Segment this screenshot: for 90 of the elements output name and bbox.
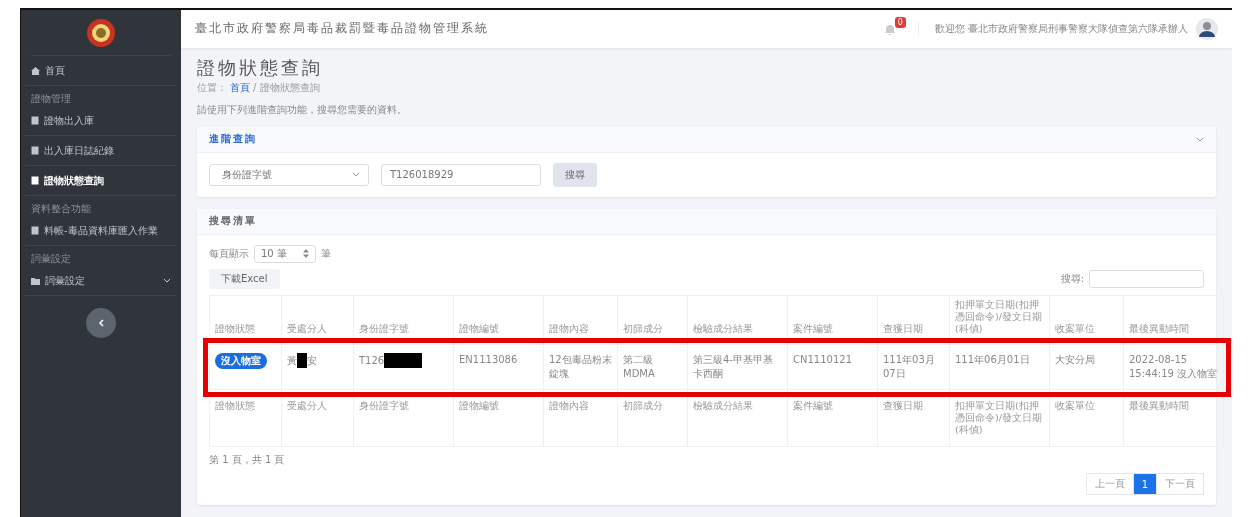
table-cell: 大安分局: [1049, 344, 1124, 390]
column-header: 證物編號: [453, 295, 544, 345]
sidebar-item-label: 料帳-毒品資料庫匯入作業: [44, 223, 158, 238]
sidebar-section-label: 證物管理: [30, 92, 72, 106]
export-excel-button[interactable]: 下載Excel: [209, 268, 280, 289]
page-info: 第 1 頁，共 1 頁: [209, 453, 286, 467]
table-cell: 第二級 MDMA: [617, 344, 688, 390]
column-footer: 收案單位: [1049, 389, 1124, 447]
notification-bell[interactable]: 0: [883, 20, 904, 37]
column-footer: 檢驗成分結果: [687, 389, 788, 447]
column-footer: 受處分人: [281, 389, 354, 447]
sidebar-item[interactable]: 出入庫日誌紀錄: [25, 136, 177, 166]
document-icon: [31, 176, 39, 185]
table-search-label: 搜尋:: [1060, 271, 1084, 286]
column-footer: 扣押單文日期(扣押憑回命令)/發文日期(科偵): [949, 389, 1050, 447]
column-header: 案件編號: [787, 295, 878, 345]
sidebar-item-label: 出入庫日誌紀錄: [44, 143, 114, 158]
column-header: 扣押單文日期(扣押憑回命令)/發文日期(科偵): [949, 295, 1050, 345]
table-cell: 111年06月01日: [949, 344, 1050, 390]
sidebar-item[interactable]: 證物狀態查詢: [25, 166, 177, 196]
app-title: 臺北市政府警察局毒品裁罰暨毒品證物管理系統: [195, 20, 490, 38]
column-footer: 初篩成分: [617, 389, 688, 447]
up-down-arrows-icon: [303, 249, 309, 259]
search-button[interactable]: 搜尋: [553, 162, 597, 187]
breadcrumb-current: / 證物狀態查詢: [253, 80, 320, 95]
document-icon: [31, 116, 39, 125]
column-header: 查獲日期: [877, 295, 950, 345]
page-size-select[interactable]: 10 筆: [254, 244, 316, 263]
column-footer: 身份證字號: [353, 389, 454, 447]
notification-count: 0: [894, 16, 906, 28]
emblem-logo: [86, 17, 116, 48]
chevron-left-icon: [98, 319, 104, 327]
user-greeting: 歡迎您 臺北市政府警察局刑事警察大隊偵查第六隊承辦人: [917, 21, 1188, 36]
document-icon: [31, 226, 39, 235]
sidebar-item[interactable]: 料帳-毒品資料庫匯入作業: [25, 216, 177, 246]
column-header: 最後異動時間: [1123, 295, 1224, 345]
collapse-sidebar-button[interactable]: [86, 308, 116, 338]
column-header: 收案單位: [1049, 295, 1124, 345]
column-header: 初篩成分: [617, 295, 688, 345]
table-cell: 2022-08-15 15:44:19 沒入物室: [1123, 344, 1224, 390]
cell-text: 安: [307, 354, 317, 366]
chevron-down-icon: [352, 172, 360, 178]
table-cell: 111年03月07日: [877, 344, 950, 390]
column-header: 檢驗成分結果: [687, 295, 788, 345]
sidebar-item[interactable]: 首頁: [25, 56, 177, 86]
avatar-icon[interactable]: [1196, 17, 1218, 40]
card-title: 搜尋清單: [209, 214, 257, 229]
chevron-down-icon: [163, 278, 171, 283]
table-cell: CN1110121: [787, 344, 878, 390]
table-search-input[interactable]: [1089, 269, 1204, 288]
column-header: 證物狀態: [209, 295, 282, 345]
page-size-unit: 筆: [321, 246, 331, 261]
folder-icon: [31, 276, 40, 285]
column-header: 證物內容: [543, 295, 618, 345]
card-title: 進階查詢: [209, 132, 257, 147]
breadcrumb-label: 位置：: [197, 80, 227, 95]
column-footer: 最後異動時間: [1123, 389, 1224, 447]
sidebar-section-label: 資料整合功能: [30, 202, 92, 216]
table-cell: 12包毒品粉末錠塊: [543, 344, 618, 390]
column-footer: 證物編號: [453, 389, 544, 447]
sidebar-item-label: 詞彙設定: [45, 273, 86, 288]
sidebar-item[interactable]: 詞彙設定: [25, 266, 177, 296]
table-cell: 第三級4-甲基甲基卡西酮: [687, 344, 788, 390]
column-footer: 證物狀態: [209, 389, 282, 447]
document-icon: [31, 146, 39, 155]
sidebar-item[interactable]: 證物出入庫: [25, 106, 177, 136]
bell-icon: [883, 22, 896, 36]
column-footer: 查獲日期: [877, 389, 950, 447]
column-header: 身份證字號: [353, 295, 454, 345]
page-title: 證物狀態查詢: [197, 55, 324, 80]
page-description: 請使用下列進階查詢功能，搜尋您需要的資料。: [197, 102, 408, 117]
column-footer: 案件編號: [787, 389, 878, 447]
cell-text: 黃: [287, 354, 297, 366]
breadcrumb-link[interactable]: 首頁: [230, 80, 250, 95]
cell-text: T126: [359, 354, 385, 366]
redaction-block: [297, 353, 307, 369]
field-select[interactable]: 身份證字號: [209, 163, 369, 186]
sidebar-section-label: 詞彙設定: [30, 252, 72, 266]
page-size-label: 每頁顯示: [209, 246, 249, 261]
sidebar-item-label: 證物出入庫: [44, 113, 94, 128]
collapse-icon: [1196, 136, 1204, 142]
status-badge: 沒入物室: [215, 353, 267, 370]
home-icon: [31, 66, 40, 75]
search-input[interactable]: T126018929: [381, 163, 541, 186]
sidebar-item-label: 首頁: [45, 63, 65, 78]
sidebar-item-label: 證物狀態查詢: [44, 173, 104, 188]
column-header: 受處分人: [281, 295, 354, 345]
table-cell: EN1113086: [453, 344, 544, 390]
column-footer: 證物內容: [543, 389, 618, 447]
redaction-block: [384, 353, 423, 369]
